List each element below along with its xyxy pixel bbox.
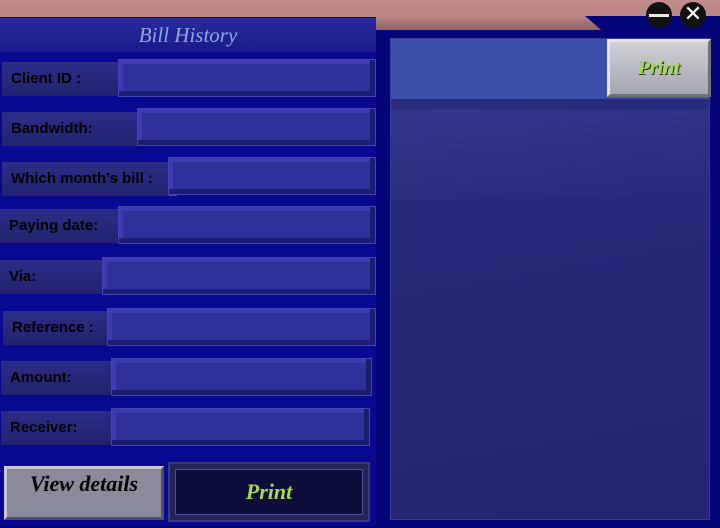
amount-input[interactable] — [111, 358, 372, 396]
reference-input[interactable] — [107, 308, 376, 346]
bandwidth-input[interactable] — [137, 108, 376, 146]
via-input[interactable] — [102, 257, 376, 295]
receiver-input[interactable] — [111, 408, 370, 446]
minimize-icon[interactable] — [646, 2, 672, 28]
minimize-bar — [649, 13, 669, 17]
paying-date-label: Paying date: — [0, 209, 128, 243]
client-id-input[interactable] — [118, 59, 376, 97]
print-top-button[interactable]: Print — [607, 39, 711, 97]
month-label: Which month’s bill : — [2, 162, 177, 196]
amount-label: Amount: — [1, 361, 124, 395]
view-details-button[interactable]: View details — [4, 466, 164, 520]
paying-date-input[interactable] — [118, 206, 376, 244]
bill-preview-panel — [390, 38, 710, 520]
print-button-label: Print — [175, 469, 363, 515]
reference-label: Reference : — [3, 311, 117, 345]
panel-title: Bill History — [0, 18, 376, 52]
close-icon[interactable]: ✕ — [680, 2, 706, 28]
via-label: Via: — [0, 260, 112, 294]
bandwidth-label: Bandwidth: — [2, 112, 150, 146]
print-button[interactable]: Print — [168, 462, 370, 522]
month-input[interactable] — [168, 157, 376, 195]
receiver-label: Receiver: — [1, 411, 124, 445]
client-id-label: Client ID : — [2, 62, 130, 96]
preview-sheen — [391, 109, 709, 199]
